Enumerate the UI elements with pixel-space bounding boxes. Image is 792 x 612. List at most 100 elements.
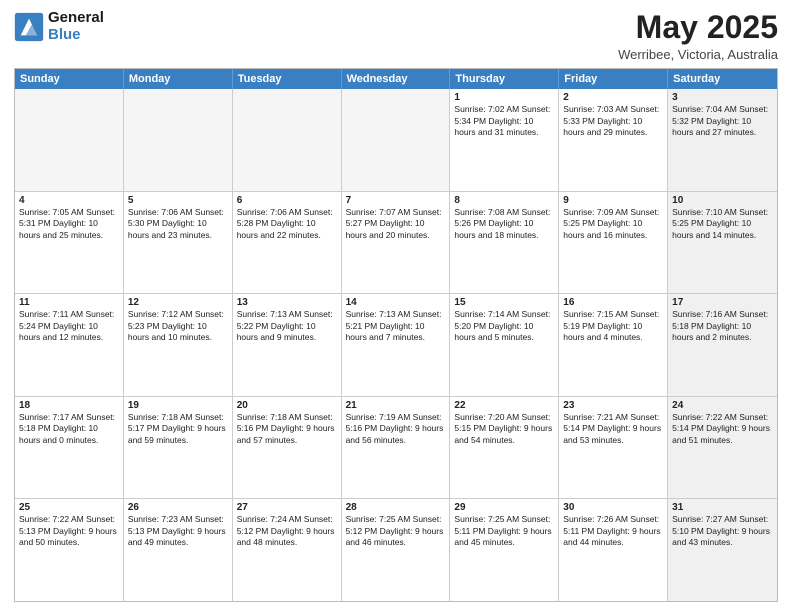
day-number: 19 (128, 400, 228, 411)
calendar-cell-25: 25Sunrise: 7:22 AM Sunset: 5:13 PM Dayli… (15, 499, 124, 601)
cell-info: Sunrise: 7:16 AM Sunset: 5:18 PM Dayligh… (672, 309, 773, 343)
calendar-cell-empty-0 (15, 89, 124, 191)
cell-info: Sunrise: 7:06 AM Sunset: 5:30 PM Dayligh… (128, 207, 228, 241)
calendar-cell-17: 17Sunrise: 7:16 AM Sunset: 5:18 PM Dayli… (668, 294, 777, 396)
day-number: 5 (128, 195, 228, 206)
cell-info: Sunrise: 7:17 AM Sunset: 5:18 PM Dayligh… (19, 412, 119, 446)
cell-info: Sunrise: 7:13 AM Sunset: 5:21 PM Dayligh… (346, 309, 446, 343)
weekday-header-wednesday: Wednesday (342, 69, 451, 89)
day-number: 9 (563, 195, 663, 206)
calendar-cell-13: 13Sunrise: 7:13 AM Sunset: 5:22 PM Dayli… (233, 294, 342, 396)
cell-info: Sunrise: 7:20 AM Sunset: 5:15 PM Dayligh… (454, 412, 554, 446)
calendar-body: 1Sunrise: 7:02 AM Sunset: 5:34 PM Daylig… (15, 89, 777, 601)
cell-info: Sunrise: 7:09 AM Sunset: 5:25 PM Dayligh… (563, 207, 663, 241)
title-block: May 2025 Werribee, Victoria, Australia (618, 10, 778, 62)
cell-info: Sunrise: 7:02 AM Sunset: 5:34 PM Dayligh… (454, 104, 554, 138)
calendar-cell-3: 3Sunrise: 7:04 AM Sunset: 5:32 PM Daylig… (668, 89, 777, 191)
calendar-cell-empty-1 (124, 89, 233, 191)
calendar-cell-20: 20Sunrise: 7:18 AM Sunset: 5:16 PM Dayli… (233, 397, 342, 499)
calendar-cell-23: 23Sunrise: 7:21 AM Sunset: 5:14 PM Dayli… (559, 397, 668, 499)
day-number: 21 (346, 400, 446, 411)
day-number: 25 (19, 502, 119, 513)
day-number: 16 (563, 297, 663, 308)
calendar-cell-10: 10Sunrise: 7:10 AM Sunset: 5:25 PM Dayli… (668, 192, 777, 294)
cell-info: Sunrise: 7:22 AM Sunset: 5:13 PM Dayligh… (19, 514, 119, 548)
cell-info: Sunrise: 7:03 AM Sunset: 5:33 PM Dayligh… (563, 104, 663, 138)
day-number: 6 (237, 195, 337, 206)
calendar-cell-7: 7Sunrise: 7:07 AM Sunset: 5:27 PM Daylig… (342, 192, 451, 294)
calendar-cell-30: 30Sunrise: 7:26 AM Sunset: 5:11 PM Dayli… (559, 499, 668, 601)
cell-info: Sunrise: 7:21 AM Sunset: 5:14 PM Dayligh… (563, 412, 663, 446)
cell-info: Sunrise: 7:25 AM Sunset: 5:12 PM Dayligh… (346, 514, 446, 548)
cell-info: Sunrise: 7:22 AM Sunset: 5:14 PM Dayligh… (672, 412, 773, 446)
logo-line1: General (48, 9, 104, 26)
calendar-cell-11: 11Sunrise: 7:11 AM Sunset: 5:24 PM Dayli… (15, 294, 124, 396)
calendar-row-5: 25Sunrise: 7:22 AM Sunset: 5:13 PM Dayli… (15, 498, 777, 601)
weekday-header-sunday: Sunday (15, 69, 124, 89)
calendar-cell-8: 8Sunrise: 7:08 AM Sunset: 5:26 PM Daylig… (450, 192, 559, 294)
weekday-header-monday: Monday (124, 69, 233, 89)
day-number: 4 (19, 195, 119, 206)
day-number: 15 (454, 297, 554, 308)
calendar-cell-1: 1Sunrise: 7:02 AM Sunset: 5:34 PM Daylig… (450, 89, 559, 191)
cell-info: Sunrise: 7:19 AM Sunset: 5:16 PM Dayligh… (346, 412, 446, 446)
day-number: 17 (672, 297, 773, 308)
day-number: 28 (346, 502, 446, 513)
calendar: SundayMondayTuesdayWednesdayThursdayFrid… (14, 68, 778, 602)
weekday-header-saturday: Saturday (668, 69, 777, 89)
calendar-header: SundayMondayTuesdayWednesdayThursdayFrid… (15, 69, 777, 89)
day-number: 27 (237, 502, 337, 513)
weekday-header-thursday: Thursday (450, 69, 559, 89)
cell-info: Sunrise: 7:23 AM Sunset: 5:13 PM Dayligh… (128, 514, 228, 548)
day-number: 3 (672, 92, 773, 103)
weekday-header-tuesday: Tuesday (233, 69, 342, 89)
day-number: 20 (237, 400, 337, 411)
cell-info: Sunrise: 7:15 AM Sunset: 5:19 PM Dayligh… (563, 309, 663, 343)
cell-info: Sunrise: 7:05 AM Sunset: 5:31 PM Dayligh… (19, 207, 119, 241)
calendar-cell-empty-3 (342, 89, 451, 191)
day-number: 30 (563, 502, 663, 513)
calendar-cell-16: 16Sunrise: 7:15 AM Sunset: 5:19 PM Dayli… (559, 294, 668, 396)
calendar-cell-26: 26Sunrise: 7:23 AM Sunset: 5:13 PM Dayli… (124, 499, 233, 601)
day-number: 13 (237, 297, 337, 308)
cell-info: Sunrise: 7:04 AM Sunset: 5:32 PM Dayligh… (672, 104, 773, 138)
day-number: 26 (128, 502, 228, 513)
cell-info: Sunrise: 7:27 AM Sunset: 5:10 PM Dayligh… (672, 514, 773, 548)
logo-icon (14, 12, 44, 42)
day-number: 23 (563, 400, 663, 411)
calendar-row-1: 1Sunrise: 7:02 AM Sunset: 5:34 PM Daylig… (15, 89, 777, 191)
cell-info: Sunrise: 7:07 AM Sunset: 5:27 PM Dayligh… (346, 207, 446, 241)
calendar-cell-4: 4Sunrise: 7:05 AM Sunset: 5:31 PM Daylig… (15, 192, 124, 294)
cell-info: Sunrise: 7:11 AM Sunset: 5:24 PM Dayligh… (19, 309, 119, 343)
cell-info: Sunrise: 7:10 AM Sunset: 5:25 PM Dayligh… (672, 207, 773, 241)
day-number: 11 (19, 297, 119, 308)
header: General Blue May 2025 Werribee, Victoria… (14, 10, 778, 62)
day-number: 12 (128, 297, 228, 308)
day-number: 31 (672, 502, 773, 513)
calendar-cell-31: 31Sunrise: 7:27 AM Sunset: 5:10 PM Dayli… (668, 499, 777, 601)
day-number: 10 (672, 195, 773, 206)
calendar-cell-2: 2Sunrise: 7:03 AM Sunset: 5:33 PM Daylig… (559, 89, 668, 191)
logo-text: General Blue (48, 10, 104, 43)
day-number: 2 (563, 92, 663, 103)
calendar-cell-29: 29Sunrise: 7:25 AM Sunset: 5:11 PM Dayli… (450, 499, 559, 601)
logo: General Blue (14, 10, 104, 43)
cell-info: Sunrise: 7:18 AM Sunset: 5:17 PM Dayligh… (128, 412, 228, 446)
calendar-cell-5: 5Sunrise: 7:06 AM Sunset: 5:30 PM Daylig… (124, 192, 233, 294)
calendar-cell-14: 14Sunrise: 7:13 AM Sunset: 5:21 PM Dayli… (342, 294, 451, 396)
cell-info: Sunrise: 7:25 AM Sunset: 5:11 PM Dayligh… (454, 514, 554, 548)
cell-info: Sunrise: 7:13 AM Sunset: 5:22 PM Dayligh… (237, 309, 337, 343)
calendar-cell-22: 22Sunrise: 7:20 AM Sunset: 5:15 PM Dayli… (450, 397, 559, 499)
calendar-cell-empty-2 (233, 89, 342, 191)
cell-info: Sunrise: 7:24 AM Sunset: 5:12 PM Dayligh… (237, 514, 337, 548)
day-number: 29 (454, 502, 554, 513)
calendar-cell-9: 9Sunrise: 7:09 AM Sunset: 5:25 PM Daylig… (559, 192, 668, 294)
day-number: 22 (454, 400, 554, 411)
day-number: 1 (454, 92, 554, 103)
calendar-row-3: 11Sunrise: 7:11 AM Sunset: 5:24 PM Dayli… (15, 293, 777, 396)
cell-info: Sunrise: 7:06 AM Sunset: 5:28 PM Dayligh… (237, 207, 337, 241)
month-year: May 2025 (618, 10, 778, 45)
day-number: 18 (19, 400, 119, 411)
calendar-row-2: 4Sunrise: 7:05 AM Sunset: 5:31 PM Daylig… (15, 191, 777, 294)
calendar-cell-27: 27Sunrise: 7:24 AM Sunset: 5:12 PM Dayli… (233, 499, 342, 601)
